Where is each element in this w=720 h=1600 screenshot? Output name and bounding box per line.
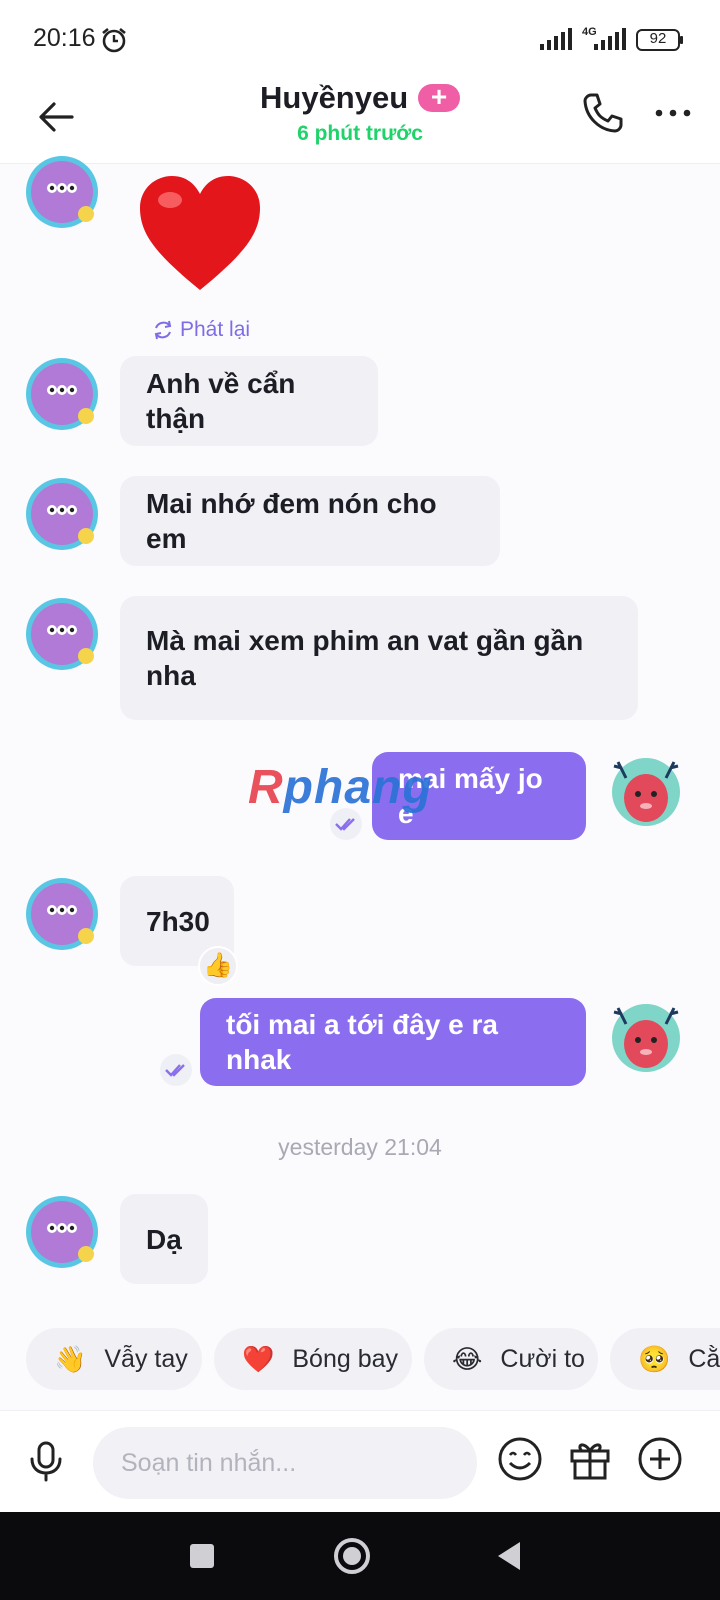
status-time: 20:16: [33, 24, 96, 52]
incoming-message[interactable]: Mà mai xem phim an vat gần gần nha: [120, 596, 638, 720]
add-circle-icon[interactable]: [636, 1435, 684, 1483]
contact-avatar[interactable]: [24, 1194, 100, 1270]
watermark-logo: Rphang: [248, 760, 433, 815]
pleading-face-icon: 🥺: [638, 1343, 671, 1374]
recents-icon[interactable]: [180, 1534, 224, 1578]
message-input[interactable]: Soạn tin nhắn...: [93, 1427, 477, 1499]
incoming-message[interactable]: Dạ: [120, 1194, 208, 1284]
battery-level: 92: [649, 30, 667, 47]
quick-reply-laugh[interactable]: 😂 Cười to: [424, 1328, 598, 1390]
my-avatar[interactable]: [608, 754, 684, 830]
home-icon[interactable]: [330, 1534, 374, 1578]
laughing-icon: 😂: [452, 1343, 483, 1374]
emoji-icon[interactable]: [496, 1435, 544, 1483]
microphone-icon[interactable]: [22, 1437, 70, 1485]
chat-header: Huyềnyeu + 6 phút trước: [0, 80, 720, 164]
wave-icon: 👋: [54, 1343, 87, 1374]
replay-icon: [154, 320, 172, 340]
incoming-message[interactable]: Mai nhớ đem nón cho em: [120, 476, 500, 566]
system-nav-bar: [0, 1512, 720, 1600]
contact-avatar[interactable]: [24, 876, 100, 952]
heart-icon: ❤️: [242, 1343, 275, 1374]
more-options-icon[interactable]: [650, 90, 696, 136]
thumbs-up-reaction[interactable]: 👍: [198, 946, 238, 986]
incoming-message[interactable]: Anh về cẩn thận: [120, 356, 378, 446]
back-nav-icon[interactable]: [488, 1534, 532, 1578]
alarm-icon: [102, 27, 126, 53]
watermark-letter: R: [248, 761, 284, 814]
message-list[interactable]: Phát lại Anh về cẩn thận Mai nhớ đem nón…: [0, 156, 720, 1324]
phone-call-icon[interactable]: [580, 90, 626, 136]
quick-reply-label: Cười to: [500, 1344, 585, 1373]
contact-avatar[interactable]: [24, 476, 100, 552]
seen-check-icon: [160, 1054, 192, 1086]
quick-reply-label: Bóng bay: [292, 1344, 399, 1373]
signal-icon: [540, 28, 572, 50]
quick-reply-plead[interactable]: 🥺 Cằ: [610, 1328, 720, 1390]
quick-reply-bar[interactable]: 👋 Vẫy tay ❤️ Bóng bay 😂 Cười to 🥺 Cằ: [0, 1324, 720, 1396]
heart-sticker[interactable]: [136, 172, 264, 296]
my-avatar[interactable]: [608, 1000, 684, 1076]
quick-reply-label: Cằ: [688, 1344, 720, 1373]
quick-reply-wave[interactable]: 👋 Vẫy tay: [26, 1328, 202, 1390]
message-composer: Soạn tin nhắn...: [0, 1410, 720, 1512]
time-divider: yesterday 21:04: [278, 1134, 442, 1160]
replay-button[interactable]: Phát lại: [152, 318, 250, 342]
signal-icon: [594, 28, 626, 50]
outgoing-message[interactable]: tối mai a tới đây e ra nhak: [200, 998, 586, 1086]
watermark-word: phang: [283, 761, 433, 814]
gift-icon[interactable]: [566, 1435, 614, 1483]
quick-reply-balloon[interactable]: ❤️ Bóng bay: [214, 1328, 412, 1390]
contact-avatar[interactable]: [24, 356, 100, 432]
contact-name[interactable]: Huyềnyeu: [260, 80, 408, 116]
contact-avatar[interactable]: [24, 596, 100, 672]
status-bar: 20:16 4G 92: [0, 0, 720, 80]
plus-badge: +: [418, 83, 460, 112]
replay-label: Phát lại: [180, 318, 251, 341]
quick-reply-label: Vẫy tay: [104, 1344, 188, 1373]
contact-avatar[interactable]: [24, 154, 100, 230]
